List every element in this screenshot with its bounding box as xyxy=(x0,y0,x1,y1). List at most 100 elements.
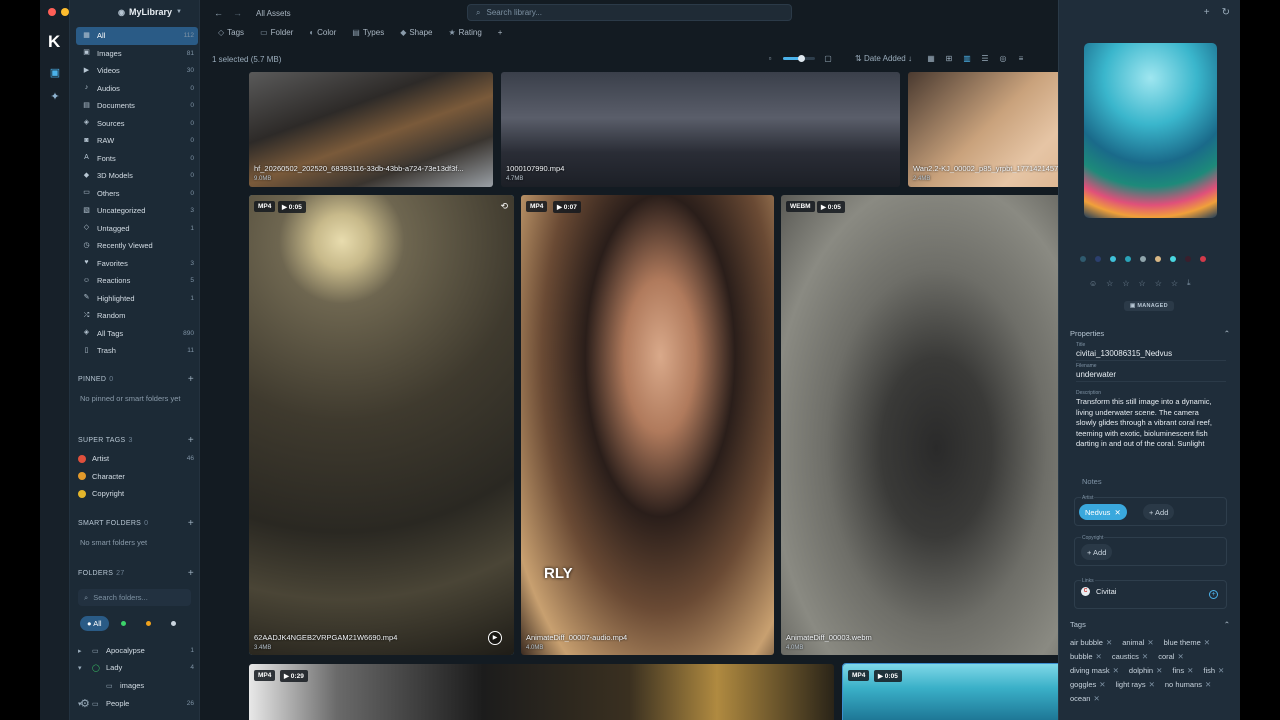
tag-chip[interactable]: fish ✕ xyxy=(1203,666,1224,675)
sidebar-item-all[interactable]: ▦ All 112 xyxy=(76,27,198,45)
sparkle-icon[interactable]: ✦ xyxy=(49,91,61,103)
description-field[interactable]: Description Transform this still image i… xyxy=(1076,390,1216,460)
sort-dropdown[interactable]: ⇅ Date Added ↓ xyxy=(855,54,912,63)
options-icon[interactable]: ≡ xyxy=(1016,54,1026,63)
palette-swatch[interactable] xyxy=(1170,256,1176,262)
palette-swatch[interactable] xyxy=(1110,256,1116,262)
asset-card-selected[interactable]: MP4 ▶ 0:05 ⟲ 62AADJK4NGEB2VRPGAM21W6690.… xyxy=(249,195,514,655)
filter-green-dot[interactable] xyxy=(120,621,126,626)
close-window-button[interactable] xyxy=(48,8,56,16)
remove-tag-icon[interactable]: ✕ xyxy=(1093,694,1099,703)
remove-tag-icon[interactable]: ✕ xyxy=(1113,666,1119,675)
remove-tag-icon[interactable]: ✕ xyxy=(1205,680,1211,689)
rating-star-4[interactable]: ☆ xyxy=(1155,279,1162,288)
zoom-slider[interactable] xyxy=(783,55,815,62)
palette-swatch[interactable] xyxy=(1140,256,1146,262)
download-icon[interactable]: ⤓ xyxy=(1187,278,1191,288)
remove-tag-icon[interactable]: ✕ xyxy=(1156,666,1162,675)
folder-search-input[interactable]: ⌕ Search folders... xyxy=(78,589,191,606)
grid-view-icon[interactable]: ▦ xyxy=(926,54,936,63)
sidebar-item-trash[interactable]: ▯ Trash 11 xyxy=(76,342,198,360)
title-field[interactable]: Title civitai_130086315_Nedvus xyxy=(1076,342,1226,361)
remove-icon[interactable]: ✕ xyxy=(1114,508,1120,517)
add-copyright-button[interactable]: + Add xyxy=(1081,544,1113,560)
sidebar-item-highlighted[interactable]: ✎ Highlighted 1 xyxy=(76,290,198,308)
description-value[interactable]: Transform this still image into a dynami… xyxy=(1076,397,1216,450)
super-tag-copyright[interactable]: Copyright xyxy=(78,489,194,498)
tag-chip[interactable]: blue theme ✕ xyxy=(1164,638,1210,647)
remove-tag-icon[interactable]: ✕ xyxy=(1149,680,1155,689)
sidebar-item-audios[interactable]: ♪ Audios 0 xyxy=(76,80,198,98)
tag-chip[interactable]: animal ✕ xyxy=(1122,638,1153,647)
sidebar-item-fonts[interactable]: A Fonts 0 xyxy=(76,150,198,168)
sidebar-item-3d-models[interactable]: ◆ 3D Models 0 xyxy=(76,167,198,185)
remove-tag-icon[interactable]: ✕ xyxy=(1218,666,1224,675)
sidebar-item-images[interactable]: ▣ Images 81 xyxy=(76,45,198,63)
palette-swatch[interactable] xyxy=(1095,256,1101,262)
refresh-icon[interactable]: ↻ xyxy=(1222,7,1230,18)
rating-star-3[interactable]: ☆ xyxy=(1139,279,1146,288)
add-super-tag-button[interactable]: + xyxy=(188,435,194,446)
tag-chip[interactable]: fins ✕ xyxy=(1172,666,1193,675)
tag-chip[interactable]: air bubble ✕ xyxy=(1070,638,1112,647)
asset-card[interactable]: MP4 ▶ 0:29 xyxy=(249,664,834,720)
filter-folder[interactable]: ▭ Folder xyxy=(260,28,293,37)
ai-generate-icon[interactable]: ⟲ xyxy=(500,201,508,212)
minimize-window-button[interactable] xyxy=(61,8,69,16)
folder-item-people[interactable]: ▾ ▭ People 26 xyxy=(78,699,194,708)
add-folder-button[interactable]: + xyxy=(188,568,194,579)
title-value[interactable]: civitai_130086315_Nedvus xyxy=(1076,349,1226,361)
folder-item-lady[interactable]: ▾ ◯ Lady 4 xyxy=(78,663,194,672)
remove-tag-icon[interactable]: ✕ xyxy=(1142,652,1148,661)
palette-swatch[interactable] xyxy=(1155,256,1161,262)
forward-arrow-icon[interactable]: → xyxy=(233,8,242,18)
sidebar-item-random[interactable]: ⤮ Random xyxy=(76,307,198,325)
filter-white-dot[interactable] xyxy=(170,621,176,626)
tag-chip[interactable]: caustics ✕ xyxy=(1112,652,1148,661)
filter-rating[interactable]: ★ Rating xyxy=(448,28,481,37)
palette-swatch[interactable] xyxy=(1200,256,1206,262)
remove-tag-icon[interactable]: ✕ xyxy=(1204,638,1210,647)
remove-tag-icon[interactable]: ✕ xyxy=(1106,638,1112,647)
add-pinned-button[interactable]: + xyxy=(188,374,194,385)
rating-star-5[interactable]: ☆ xyxy=(1171,279,1178,288)
sidebar-item-videos[interactable]: ▶ Videos 30 xyxy=(76,62,198,80)
tag-chip[interactable]: dolphin ✕ xyxy=(1129,666,1163,675)
tag-chip[interactable]: ocean ✕ xyxy=(1070,694,1100,703)
reaction-icon[interactable]: ☺ xyxy=(1089,279,1097,288)
filename-field[interactable]: Filename underwater xyxy=(1076,363,1226,382)
sidebar-item-all-tags[interactable]: ◈ All Tags 890 xyxy=(76,325,198,343)
list-view-icon[interactable]: ☰ xyxy=(980,54,990,63)
asset-preview-image[interactable] xyxy=(1084,43,1217,218)
asset-card[interactable]: MP4 ▶ 0:05 xyxy=(842,663,1093,720)
asset-card[interactable]: WEBM ▶ 0:05 AnimateDiff_00003.webm 4.0MB xyxy=(781,195,1092,655)
remove-tag-icon[interactable]: ✕ xyxy=(1099,680,1105,689)
sidebar-item-favorites[interactable]: ♥ Favorites 3 xyxy=(76,255,198,273)
chevron-icon[interactable]: ▾ xyxy=(78,664,87,672)
tag-chip[interactable]: bubble ✕ xyxy=(1070,652,1102,661)
tag-chip[interactable]: diving mask ✕ xyxy=(1070,666,1119,675)
sidebar-item-raw[interactable]: ◙ RAW 0 xyxy=(76,132,198,150)
artist-tag-pill[interactable]: Nedvus ✕ xyxy=(1079,504,1127,520)
zoom-slider-knob[interactable] xyxy=(797,55,805,62)
add-link-icon[interactable]: + xyxy=(1209,590,1218,599)
rating-star-1[interactable]: ☆ xyxy=(1106,279,1113,288)
filter-all-chip[interactable]: ● All xyxy=(80,616,109,631)
sidebar-item-sources[interactable]: ◈ Sources 0 xyxy=(76,115,198,133)
tag-chip[interactable]: coral ✕ xyxy=(1158,652,1184,661)
super-tag-artist[interactable]: Artist 46 xyxy=(78,454,194,463)
masonry-view-icon[interactable]: ▥ xyxy=(962,54,972,63)
remove-tag-icon[interactable]: ✕ xyxy=(1177,652,1183,661)
remove-tag-icon[interactable]: ✕ xyxy=(1187,666,1193,675)
add-icon[interactable]: + xyxy=(1204,7,1210,18)
remove-tag-icon[interactable]: ✕ xyxy=(1096,652,1102,661)
tag-chip[interactable]: goggles ✕ xyxy=(1070,680,1106,689)
settings-gear-icon[interactable]: ⚙ xyxy=(80,697,90,710)
palette-swatch[interactable] xyxy=(1080,256,1086,262)
small-grid-view-icon[interactable]: ⊞ xyxy=(944,54,954,63)
sidebar-item-others[interactable]: ▭ Others 0 xyxy=(76,185,198,203)
library-search-input[interactable]: ⌕ Search library... xyxy=(467,4,792,21)
chevron-icon[interactable]: ▸ xyxy=(78,647,87,655)
filter-color[interactable]: ◐ Color xyxy=(309,28,336,37)
library-icon[interactable]: ▣ xyxy=(49,67,61,79)
